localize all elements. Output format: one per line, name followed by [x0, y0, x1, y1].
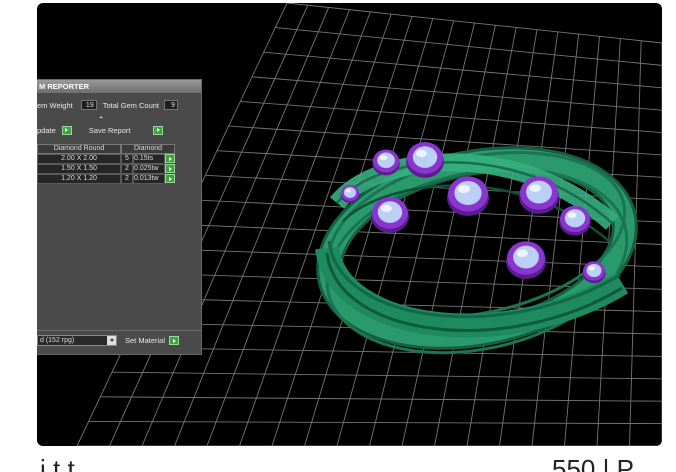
column-header: Diamond Round — [37, 144, 121, 154]
play-icon — [156, 128, 160, 132]
row-select-button[interactable] — [165, 154, 175, 163]
row-select-button[interactable] — [165, 174, 175, 183]
gem-stone — [506, 241, 546, 279]
table-row[interactable]: 1.50 X 1.50 2 0.025tw — [37, 164, 187, 174]
product-image-card[interactable]: M REPORTER em Weight 19 Total Gem Count … — [37, 3, 662, 446]
material-select[interactable]: d (152 rpg) — [37, 335, 117, 346]
product-title[interactable]: i t t — [40, 452, 75, 472]
grid-line — [499, 31, 559, 446]
gem-weight-label: em Weight — [37, 100, 73, 110]
grid-line — [434, 27, 517, 446]
gem-size-cell: 1.50 X 1.50 — [37, 164, 121, 174]
gem-size-cell: 2.00 X 2.00 — [37, 154, 121, 164]
column-header: Diamond — [121, 144, 175, 154]
grid-line — [466, 29, 538, 446]
play-icon — [168, 166, 172, 171]
play-icon — [65, 128, 69, 132]
save-report-label: Save Report — [88, 125, 131, 135]
material-row: d (152 rpg) Set Material — [37, 330, 201, 350]
grid-line — [123, 347, 662, 357]
grid-line — [564, 36, 600, 446]
gem-qty-cell: 2 — [121, 164, 133, 174]
gem-weight-cell: 0.15ts — [133, 154, 165, 164]
gem-stone — [372, 149, 400, 176]
gem-weight-cell: 0.013tw — [133, 174, 165, 184]
gem-reporter-panel: M REPORTER em Weight 19 Total Gem Count … — [37, 79, 202, 355]
material-select-value: d (152 rpg) — [40, 337, 75, 344]
table-row[interactable]: 2.00 X 2.00 5 0.15ts — [37, 154, 187, 164]
gem-stone — [559, 205, 591, 236]
gem-stone — [340, 185, 360, 203]
play-icon — [168, 176, 172, 181]
action-row: pdate Save Report — [37, 124, 201, 136]
gem-weight-cell: 0.025tw — [133, 164, 165, 174]
table-row[interactable]: 1.20 X 1.20 2 0.013tw — [37, 174, 187, 184]
gem-stone — [519, 176, 559, 214]
save-report-button[interactable] — [153, 125, 164, 135]
total-gem-count-value: 9 — [164, 100, 178, 110]
gem-qty-cell: 5 — [121, 154, 133, 164]
total-gem-count-label: Total Gem Count — [102, 100, 159, 110]
gem-qty-cell: 2 — [121, 174, 133, 184]
gem-weight-value: 19 — [80, 100, 97, 110]
product-price: 550 | P — [552, 454, 634, 472]
table-header: Diamond Round Diamond — [37, 144, 187, 154]
play-icon — [168, 156, 172, 161]
update-label: pdate — [37, 125, 56, 135]
gem-size-cell: 1.20 X 1.20 — [37, 174, 121, 184]
handle-icon[interactable]: ◓ — [99, 115, 103, 122]
grid-line — [111, 371, 662, 380]
gem-weight-row: em Weight 19 Total Gem Count 9 — [37, 99, 201, 111]
ring-model — [315, 146, 638, 355]
gem-stone — [582, 261, 606, 284]
update-button[interactable] — [61, 125, 72, 135]
gem-stone — [371, 197, 409, 233]
panel-title: M REPORTER — [37, 80, 201, 93]
chevron-down-icon[interactable] — [107, 336, 116, 345]
grid-line — [531, 34, 580, 446]
row-select-button[interactable] — [165, 164, 175, 173]
gem-table: Diamond Round Diamond 2.00 X 2.00 5 0.15… — [37, 144, 187, 184]
gem-stone — [406, 142, 444, 178]
grid-line — [401, 25, 496, 446]
divider-handle-row: ◓ — [37, 112, 201, 124]
set-material-label: Set Material — [125, 336, 166, 345]
gem-stone — [447, 176, 489, 216]
set-material-button[interactable] — [169, 336, 180, 345]
play-icon — [172, 338, 176, 343]
